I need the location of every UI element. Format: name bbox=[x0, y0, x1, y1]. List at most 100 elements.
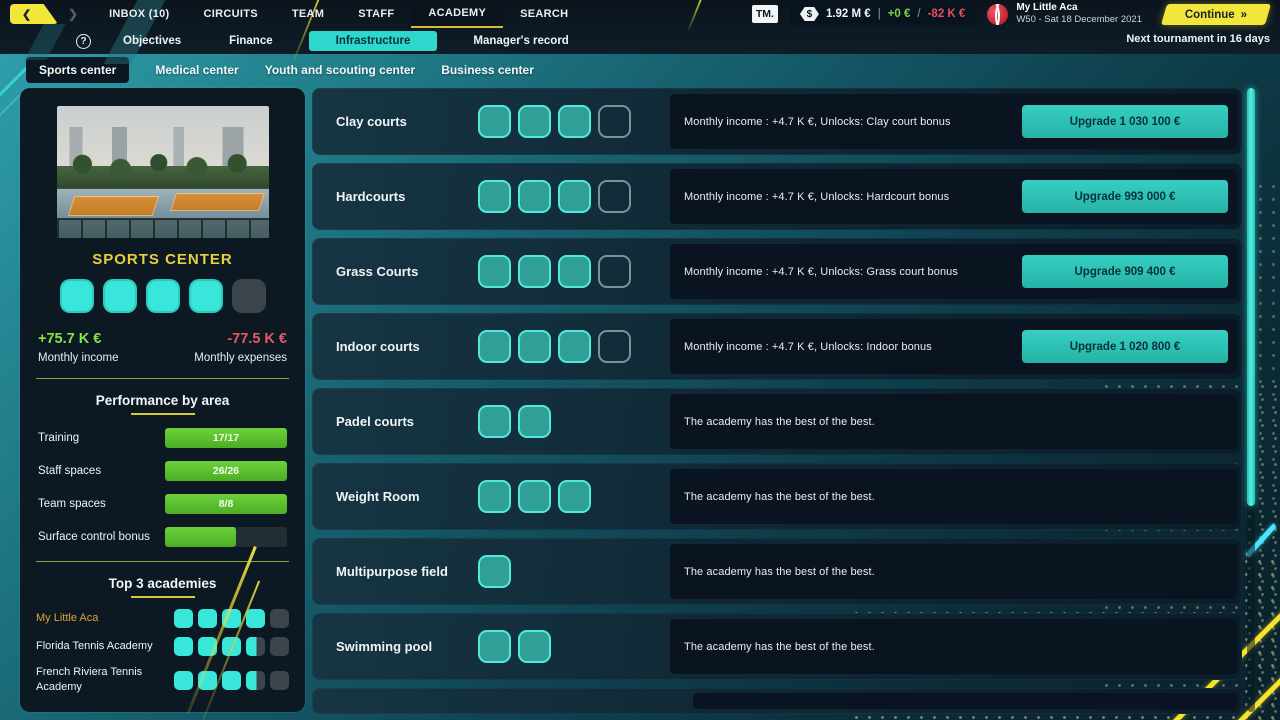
academy-rating-pip bbox=[174, 671, 193, 690]
help-icon[interactable]: ? bbox=[76, 34, 91, 49]
back-button[interactable]: ❮ bbox=[10, 4, 58, 24]
forward-button[interactable]: ❯ bbox=[68, 7, 78, 21]
facility-rating-pip bbox=[478, 405, 511, 438]
academy-rating-pip bbox=[270, 609, 289, 628]
facility-rating-pip bbox=[518, 405, 551, 438]
monthly-income-label: Monthly income bbox=[38, 352, 119, 364]
facility-list: Clay courtsMonthly income : +4.7 K €, Un… bbox=[312, 88, 1242, 714]
facility-rating-pip bbox=[598, 105, 631, 138]
facility-rating bbox=[478, 405, 662, 438]
tennis-ball-icon bbox=[987, 4, 1008, 25]
facility-info-box: The academy has the best of the best. bbox=[670, 394, 1237, 449]
scrollbar-track[interactable] bbox=[1247, 88, 1255, 712]
sub-nav-finance[interactable]: Finance bbox=[205, 31, 296, 51]
tabs-row: Sports centerMedical centerYouth and sco… bbox=[0, 54, 534, 86]
facility-row-indoor-courts: Indoor courtsMonthly income : +4.7 K €, … bbox=[312, 313, 1242, 380]
top-nav-staff[interactable]: STAFF bbox=[341, 0, 411, 28]
facility-rating bbox=[478, 330, 662, 363]
sports-center-rating bbox=[20, 279, 305, 313]
upgrade-button[interactable]: Upgrade 1 020 800 € bbox=[1022, 330, 1228, 363]
facility-info-text: The academy has the best of the best. bbox=[684, 641, 875, 653]
game-screen: ❮ ❯ INBOX (10)CIRCUITSTEAMSTAFFACADEMYSE… bbox=[0, 0, 1280, 720]
scrollbar-thumb[interactable] bbox=[1247, 88, 1255, 506]
academy-row: French Riviera Tennis Academy bbox=[20, 665, 305, 696]
academy-rating-pip bbox=[246, 609, 265, 628]
facility-rating-pip bbox=[478, 555, 511, 588]
sub-nav: ObjectivesFinance Infrastructure Manager's… bbox=[99, 31, 593, 51]
sub-nav-manager-s-record[interactable]: Manager's record bbox=[449, 31, 592, 51]
facility-info-text: Monthly income : +4.7 K €, Unlocks: Indo… bbox=[684, 341, 932, 353]
top-nav-circuits[interactable]: CIRCUITS bbox=[187, 0, 275, 28]
tab-medical-center[interactable]: Medical center bbox=[155, 63, 238, 77]
facility-row-swimming-pool: Swimming poolThe academy has the best of… bbox=[312, 613, 1242, 680]
facility-rating bbox=[478, 480, 662, 513]
facility-row-padel-courts: Padel courts The academy has the best of … bbox=[312, 388, 1242, 455]
money-badge: $ 1.92 M € | +0 € / -82 K € bbox=[790, 3, 975, 25]
money-income: +0 € bbox=[888, 8, 911, 20]
facility-row-grass-courts: Grass Courts Monthly income : +4.7 K €, U… bbox=[312, 238, 1242, 305]
rating-pip bbox=[232, 279, 266, 313]
performance-bar-value: 8/8 bbox=[165, 494, 287, 514]
continue-button[interactable]: Continue » bbox=[1161, 4, 1271, 25]
top-nav-search[interactable]: SEARCH bbox=[503, 0, 585, 28]
facility-rating-pip bbox=[478, 630, 511, 663]
facility-info-box: The academy has the best of the best. bbox=[670, 619, 1237, 674]
facility-info-text: Monthly income : +4.7 K €, Unlocks: Gras… bbox=[684, 266, 958, 278]
facility-rating bbox=[478, 180, 662, 213]
facility-row-clay-courts: Clay courtsMonthly income : +4.7 K €, Un… bbox=[312, 88, 1242, 155]
title-underline bbox=[131, 413, 195, 415]
facility-row-weight-room: Weight RoomThe academy has the best of t… bbox=[312, 463, 1242, 530]
facility-rating-pip bbox=[478, 105, 511, 138]
facility-rating-pip bbox=[478, 180, 511, 213]
facility-info-box: Monthly income : +4.7 K €, Unlocks: Hard… bbox=[670, 169, 1237, 224]
top-nav-inbox-10[interactable]: INBOX (10) bbox=[92, 0, 186, 28]
performance-bar: 17/17 bbox=[165, 428, 287, 448]
divider bbox=[36, 378, 289, 379]
academy-rating-pip bbox=[174, 609, 193, 628]
profile[interactable]: My Little Aca W50 - Sat 18 December 2021 bbox=[987, 2, 1142, 26]
academy-row: Florida Tennis Academy bbox=[20, 637, 305, 656]
facility-info-text: The academy has the best of the best. bbox=[684, 491, 875, 503]
academy-rating-pip bbox=[246, 637, 265, 656]
sub-nav-infrastructure[interactable]: Infrastructure bbox=[309, 31, 438, 51]
monthly-expenses-value: -77.5 K € bbox=[194, 331, 287, 347]
performance-row: Staff spaces26/26 bbox=[20, 461, 305, 481]
performance-bar: 26/26 bbox=[165, 461, 287, 481]
upgrade-button[interactable]: Upgrade 993 000 € bbox=[1022, 180, 1228, 213]
tab-business-center[interactable]: Business center bbox=[441, 63, 534, 77]
sub-nav-objectives[interactable]: Objectives bbox=[99, 31, 205, 51]
performance-label: Staff spaces bbox=[38, 465, 165, 477]
sub-bar: ? ObjectivesFinance Infrastructure Manager… bbox=[0, 28, 1280, 54]
facility-rating-pip bbox=[518, 630, 551, 663]
performance-bar bbox=[165, 527, 287, 547]
facility-rating-pip bbox=[558, 255, 591, 288]
monthly-income: +75.7 K € Monthly income bbox=[38, 331, 119, 364]
facility-rating-pip bbox=[518, 180, 551, 213]
facility-rating-pip bbox=[518, 105, 551, 138]
academy-rating-pip bbox=[198, 637, 217, 656]
facility-name: Padel courts bbox=[312, 414, 478, 429]
facility-rating-pip bbox=[518, 480, 551, 513]
money-separator: / bbox=[917, 8, 920, 20]
monthly-income-value: +75.7 K € bbox=[38, 331, 119, 347]
academy-rating-pip bbox=[246, 671, 265, 690]
upgrade-button[interactable]: Upgrade 909 400 € bbox=[1022, 255, 1228, 288]
facility-rating-pip bbox=[598, 255, 631, 288]
divider bbox=[36, 561, 289, 562]
facility-info-box: Monthly income : +4.7 K €, Unlocks: Indo… bbox=[670, 319, 1237, 374]
sports-center-photo bbox=[57, 106, 269, 238]
title-underline bbox=[131, 596, 195, 598]
facility-rating bbox=[478, 555, 662, 588]
back-icon: ❮ bbox=[22, 8, 31, 21]
academy-rating-pip bbox=[222, 671, 241, 690]
tab-youth-and-scouting-center[interactable]: Youth and scouting center bbox=[265, 63, 415, 77]
monthly-expenses: -77.5 K € Monthly expenses bbox=[194, 331, 287, 364]
top-nav-academy[interactable]: ACADEMY bbox=[411, 0, 503, 28]
money-expenses: -82 K € bbox=[928, 8, 966, 20]
facility-name: Grass Courts bbox=[312, 264, 478, 279]
facility-info-text: Monthly income : +4.7 K €, Unlocks: Hard… bbox=[684, 191, 949, 203]
top-nav-team[interactable]: TEAM bbox=[275, 0, 341, 28]
sports-center-title: SPORTS CENTER bbox=[20, 251, 305, 268]
upgrade-button[interactable]: Upgrade 1 030 100 € bbox=[1022, 105, 1228, 138]
continue-label: Continue bbox=[1185, 8, 1235, 20]
